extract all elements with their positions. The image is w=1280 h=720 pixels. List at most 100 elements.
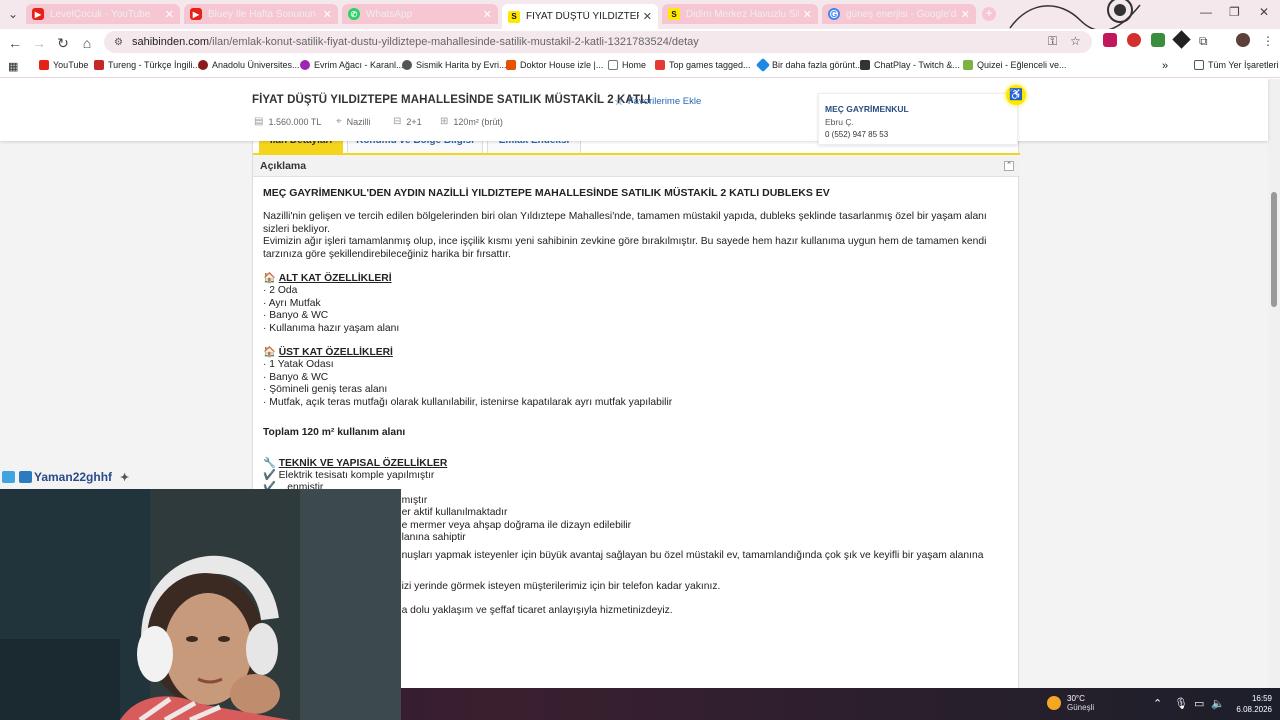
minimize-icon[interactable]: — <box>1200 5 1212 19</box>
speaker-icon[interactable]: 🔈 <box>1211 697 1225 710</box>
chatplay-icon <box>860 60 870 70</box>
agent-phone: 0 (552) 947 85 53 <box>825 130 889 139</box>
window-close-icon[interactable]: ✕ <box>1259 5 1269 19</box>
page-scrollbar[interactable] <box>1268 79 1280 689</box>
site-info-icon[interactable]: ⚙ <box>114 37 124 48</box>
tab-title: FİYAT DÜŞTÜ YILDIZTEPE MAHA <box>526 11 639 22</box>
description-section-header[interactable]: Açıklama ⌃ <box>253 155 1020 177</box>
close-icon[interactable]: ✕ <box>323 8 332 21</box>
stream-username-overlay: Yaman22ghhf ✦ <box>0 469 129 485</box>
bookmark-item[interactable]: Tureng - Türkçe İngili... <box>94 60 200 70</box>
bed-icon: ⊟ <box>393 116 402 127</box>
location-value: Nazilli <box>346 116 371 127</box>
anadolu-icon <box>198 60 208 70</box>
microphone-icon[interactable]: 🎙 <box>1174 697 1188 710</box>
system-clock[interactable]: 16:59 6.08.2026 <box>1232 693 1272 715</box>
reload-icon[interactable]: ↻ <box>54 34 72 52</box>
youtube-icon: ▶ <box>32 8 44 20</box>
password-key-icon[interactable]: ⚿ <box>1048 34 1057 49</box>
tab-active-listing[interactable]: S FİYAT DÜŞTÜ YILDIZTEPE MAHA ✕ <box>502 4 658 29</box>
extension-icon[interactable] <box>1103 33 1117 47</box>
bookmark-label: Anadolu Üniversites... <box>212 60 300 70</box>
home-icon[interactable]: ⌂ <box>78 34 96 52</box>
bookmark-star-icon[interactable]: ☆ <box>1070 34 1081 48</box>
add-to-favorites-button[interactable]: ☆ Favorilerime Ekle <box>614 95 701 108</box>
monitor-icon[interactable]: ▭ <box>1194 697 1204 710</box>
tab-title: Didim Merkez Havuzlu Sitede 3 <box>686 8 799 20</box>
extension-icon[interactable] <box>1127 33 1141 47</box>
all-bookmarks-button[interactable]: Tüm Yer İşaretleri <box>1194 60 1279 70</box>
bookmark-item[interactable]: Quizei - Eğlenceli ve... <box>963 60 1067 70</box>
apps-grid-icon[interactable]: ▦ <box>8 60 18 73</box>
pin-icon: ✦ <box>120 471 130 484</box>
section-heading: ALT KAT ÖZELLİKLERİ <box>278 273 392 285</box>
bookmark-item[interactable]: Anadolu Üniversites... <box>198 60 300 70</box>
collapse-icon[interactable]: ⌃ <box>1004 161 1014 171</box>
scrollbar-thumb[interactable] <box>1271 192 1277 307</box>
tray-overflow-icon[interactable]: ⌃ <box>1153 697 1162 710</box>
extension-icon[interactable] <box>1151 33 1165 47</box>
tab-title: LevelÇocuk - YouTube <box>50 8 151 20</box>
bookmark-item[interactable]: Bir daha fazla görünt... <box>755 57 863 73</box>
all-bookmarks-label: Tüm Yer İşaretleri <box>1208 60 1279 70</box>
agent-card[interactable]: MEÇ GAYRİMENKUL Ebru Ç. 0 (552) 947 85 5… <box>818 93 1018 145</box>
tab-search-icon[interactable]: ⌄ <box>4 6 22 22</box>
favorite-label: Favorilerime Ekle <box>627 96 702 107</box>
profile-avatar[interactable] <box>1236 33 1250 47</box>
accessibility-badge-icon[interactable]: ♿ <box>1006 85 1026 105</box>
bookmark-label: Top games tagged... <box>669 60 751 70</box>
bookmarks-overflow-icon[interactable]: » <box>1162 60 1168 72</box>
tureng-icon <box>94 60 104 70</box>
tab-whatsapp[interactable]: ✆ WhatsApp ✕ <box>342 4 498 24</box>
bookmark-item[interactable]: ChatPlay - Twitch &... <box>860 60 960 70</box>
close-icon[interactable]: ✕ <box>165 8 174 21</box>
menu-kebab-icon[interactable]: ⋮ <box>1262 34 1274 48</box>
bookmark-item[interactable]: Top games tagged... <box>655 60 751 70</box>
forward-icon[interactable]: → <box>30 34 48 52</box>
bookmark-item[interactable]: YouTube <box>39 60 88 70</box>
extensions-puzzle-icon[interactable]: ⧉ <box>1199 34 1208 49</box>
agent-company[interactable]: MEÇ GAYRİMENKUL <box>825 104 1011 114</box>
total-area-text: Toplam 120 m² kullanım alanı <box>263 427 406 439</box>
twitch-icon <box>2 471 15 483</box>
google-icon: G <box>828 8 840 20</box>
close-icon[interactable]: ✕ <box>803 8 812 21</box>
close-icon[interactable]: ✕ <box>483 8 492 21</box>
address-bar[interactable]: ⚙ sahibinden.com /ilan/emlak-konut-satil… <box>104 31 1092 53</box>
extension-icon[interactable] <box>1172 30 1191 49</box>
bookmark-item[interactable]: Home <box>608 60 646 70</box>
description-paragraph: Nazilli'nin gelişen ve tercih edilen böl… <box>263 211 987 235</box>
doktor-house-icon <box>506 60 516 70</box>
price-value: 1.560.000 TL <box>268 116 322 127</box>
tab-didim[interactable]: S Didim Merkez Havuzlu Sitede 3 ✕ <box>662 4 818 24</box>
bookmark-item[interactable]: Evrim Ağacı - Karanl... <box>300 60 404 70</box>
bookmarks-bar: ▦ YouTube Tureng - Türkçe İngili... Anad… <box>0 56 1280 78</box>
close-icon[interactable]: ✕ <box>961 8 970 21</box>
tab-google[interactable]: G güneş enerjisi - Google'da Ara ✕ <box>822 4 976 24</box>
area-meta: ⊞ 120m² (brüt) <box>440 116 503 127</box>
url-host: sahibinden.com <box>132 36 210 48</box>
bookmark-item[interactable]: Doktor House izle |... <box>506 60 603 70</box>
browser-tab-strip: ⌄ ▶ LevelÇocuk - YouTube ✕ ▶ Bluey İle H… <box>0 0 1280 29</box>
evrim-agaci-icon <box>300 60 310 70</box>
description-paragraph: Evimizin ağır işleri tamamlanmış olup, i… <box>263 236 987 260</box>
webcam-image <box>0 489 401 720</box>
bookmark-item[interactable]: Sismik Harita by Evri... <box>402 60 507 70</box>
close-icon[interactable]: ✕ <box>643 10 652 23</box>
tab-levelcocuk[interactable]: ▶ LevelÇocuk - YouTube ✕ <box>26 4 180 24</box>
star-icon: ☆ <box>614 96 624 108</box>
price-tag-icon: ▤ <box>254 116 264 127</box>
feature-item: · Banyo & WC <box>263 310 329 322</box>
feature-item: · Banyo & WC <box>263 371 329 383</box>
bookmark-label: Quizei - Eğlenceli ve... <box>977 60 1067 70</box>
new-tab-button[interactable]: + <box>982 7 996 21</box>
listing-sticky-header: FİYAT DÜŞTÜ YILDIZTEPE MAHALLESİNDE SATI… <box>0 79 1268 141</box>
weather-widget[interactable]: 30°C Güneşli <box>1047 694 1094 712</box>
tab-bluey[interactable]: ▶ Bluey İle Hafta Sonunun Tadını ✕ <box>184 4 338 24</box>
bookmark-label: ChatPlay - Twitch &... <box>874 60 960 70</box>
back-icon[interactable]: ← <box>6 34 24 52</box>
quizei-icon <box>963 60 973 70</box>
maximize-icon[interactable]: ❐ <box>1229 5 1240 19</box>
itch-icon <box>655 60 665 70</box>
youtube-icon: ▶ <box>190 8 202 20</box>
